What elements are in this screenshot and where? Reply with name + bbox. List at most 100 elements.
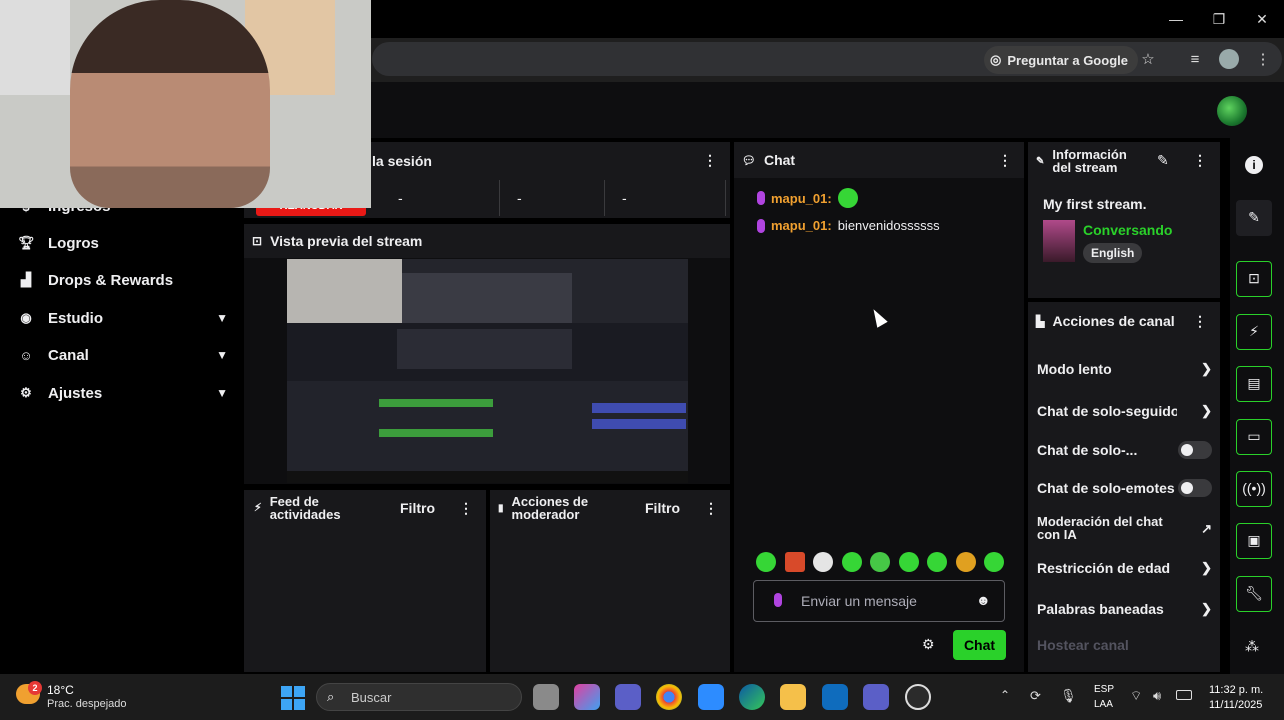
- stream-preview-video[interactable]: [287, 259, 688, 483]
- slow-mode-row[interactable]: Modo lento ❯: [1037, 360, 1212, 378]
- ai-moderation-row[interactable]: Moderación del chat con IA ↗: [1037, 514, 1212, 542]
- search-placeholder: Buscar: [351, 690, 392, 705]
- emote-icon[interactable]: [841, 552, 862, 572]
- task-view-icon[interactable]: [533, 684, 559, 710]
- wifi-icon[interactable]: ⌔: [1130, 688, 1142, 704]
- media-control-icon[interactable]: ≡: [1185, 50, 1205, 70]
- chat-text: bienvenidossssss: [837, 218, 940, 233]
- obs-icon[interactable]: [905, 684, 931, 710]
- bookmark-star-icon[interactable]: ☆: [1138, 50, 1158, 70]
- maximize-icon[interactable]: ❐: [1208, 8, 1230, 30]
- document-icon: ▤: [1247, 375, 1261, 391]
- moderator-title: Acciones de moderador: [511, 494, 589, 522]
- category-name[interactable]: Conversando: [1083, 222, 1172, 238]
- rail-clip-button[interactable]: ⊡: [1236, 261, 1272, 297]
- lang-secondary[interactable]: LAA: [1094, 699, 1113, 710]
- edit-layout-button[interactable]: ✎: [1236, 200, 1272, 236]
- sidebar-item-estudio[interactable]: ◉ Estudio ▼: [18, 306, 228, 330]
- ask-google-button[interactable]: ◎ Preguntar a Google: [984, 46, 1138, 74]
- session-menu-icon[interactable]: ⋮: [703, 152, 717, 169]
- rail-chat-button[interactable]: ▭: [1236, 419, 1272, 455]
- chat-username[interactable]: mapu_01:: [771, 218, 832, 233]
- tray-overflow-icon[interactable]: ⌃: [1000, 688, 1010, 702]
- teams-icon[interactable]: [615, 684, 641, 710]
- emote-icon[interactable]: [984, 552, 1004, 572]
- banned-words-row[interactable]: Palabras baneadas ❯: [1037, 600, 1212, 618]
- chevron-right-icon: ❯: [1201, 403, 1212, 418]
- sidebar-item-logros[interactable]: 🏆︎ Logros: [18, 231, 228, 255]
- followers-only-row[interactable]: Chat de solo-seguidore: ❯: [1037, 402, 1212, 420]
- rail-raid-button[interactable]: ▣: [1236, 523, 1272, 559]
- browser-menu-icon[interactable]: ⋮: [1253, 50, 1273, 70]
- rail-notes-button[interactable]: ▤: [1236, 366, 1272, 402]
- microphone-icon[interactable]: 🎙︎: [1060, 688, 1077, 704]
- rail-tools-button[interactable]: 🔧︎: [1236, 576, 1272, 612]
- user-avatar[interactable]: [1217, 96, 1247, 126]
- sidebar-item-ajustes[interactable]: ⚙ Ajustes ▼: [18, 381, 228, 405]
- chat-menu-icon[interactable]: ⋮: [998, 152, 1012, 169]
- info-icon[interactable]: i: [1245, 156, 1263, 174]
- preview-title: Vista previa del stream: [270, 233, 423, 249]
- copilot-icon[interactable]: [574, 684, 600, 710]
- external-link-icon: ↗: [1201, 520, 1212, 536]
- subscribers-only-toggle[interactable]: [1178, 441, 1212, 459]
- windows-start-icon[interactable]: [281, 686, 305, 710]
- windows-taskbar: [0, 674, 1284, 720]
- profile-avatar[interactable]: [1219, 49, 1239, 69]
- sidebar-item-label: Ajustes: [48, 384, 103, 402]
- edit-pencil-icon[interactable]: ✎: [1157, 152, 1169, 169]
- edge-icon[interactable]: [739, 684, 765, 710]
- language-tag[interactable]: English: [1083, 243, 1143, 263]
- activity-filter-button[interactable]: Filtro: [400, 500, 435, 516]
- channel-icon: ▙: [1036, 315, 1045, 328]
- emote-icon[interactable]: [955, 552, 976, 572]
- emote-icon[interactable]: [927, 552, 947, 572]
- chat-username[interactable]: mapu_01:: [771, 191, 832, 206]
- emote-icon[interactable]: [756, 552, 776, 572]
- stat-cell: -: [501, 180, 605, 216]
- battery-icon[interactable]: [1176, 690, 1192, 700]
- rail-broadcast-button[interactable]: ((•)): [1236, 471, 1272, 507]
- emotes-only-toggle[interactable]: [1178, 479, 1212, 497]
- moderator-filter-button[interactable]: Filtro: [645, 500, 680, 516]
- stream-info-menu-icon[interactable]: ⋮: [1193, 152, 1207, 169]
- teams-work-icon[interactable]: [863, 684, 889, 710]
- volume-icon[interactable]: 🔊︎: [1153, 688, 1161, 704]
- chat-settings-gear-icon[interactable]: ⚙: [922, 636, 935, 653]
- chrome-icon[interactable]: [656, 684, 682, 710]
- host-channel-row[interactable]: Hostear canal: [1037, 636, 1212, 654]
- moderator-menu-icon[interactable]: ⋮: [704, 500, 718, 517]
- sidebar-item-drops[interactable]: ▟ Drops & Rewards: [18, 268, 228, 292]
- emotes-only-row[interactable]: Chat de solo-emotes: [1037, 479, 1212, 497]
- stat-cell: -: [606, 180, 726, 216]
- chat-input[interactable]: Enviar un mensaje ☻: [753, 580, 1005, 622]
- lang-primary[interactable]: ESP: [1094, 684, 1114, 695]
- activity-menu-icon[interactable]: ⋮: [459, 500, 473, 517]
- sync-icon[interactable]: ⟳: [1030, 688, 1041, 704]
- subscribers-only-row[interactable]: Chat de solo-...: [1037, 441, 1212, 459]
- zoom-icon[interactable]: [698, 684, 724, 710]
- rail-ad-button[interactable]: ⚡︎: [1236, 314, 1272, 350]
- weather-desc[interactable]: Prac. despejado: [47, 698, 127, 710]
- category-boxart[interactable]: [1043, 220, 1075, 262]
- clock-date[interactable]: 11/11/2025: [1209, 699, 1262, 711]
- clock-time[interactable]: 11:32 p. m.: [1209, 684, 1263, 696]
- sidebar-item-canal[interactable]: ☺ Canal ▼: [18, 343, 228, 367]
- channel-actions-menu-icon[interactable]: ⋮: [1193, 313, 1207, 330]
- emote-icon[interactable]: [813, 552, 833, 572]
- close-icon[interactable]: ✕: [1251, 8, 1273, 30]
- add-action-icon[interactable]: ⁂: [1245, 638, 1259, 655]
- emote-icon[interactable]: [784, 552, 805, 572]
- taskbar-search[interactable]: ⌕ Buscar: [316, 683, 522, 711]
- outlook-icon[interactable]: [822, 684, 848, 710]
- action-label: Hostear canal: [1037, 637, 1129, 653]
- chat-send-button[interactable]: Chat: [953, 630, 1006, 660]
- weather-temp[interactable]: 18°C: [47, 683, 74, 697]
- minimize-icon[interactable]: —: [1165, 8, 1187, 30]
- emoji-icon[interactable]: ☻: [976, 592, 991, 608]
- action-label: Modo lento: [1037, 361, 1112, 377]
- emote-icon[interactable]: [870, 552, 890, 572]
- emote-icon[interactable]: [898, 552, 919, 572]
- file-explorer-icon[interactable]: [780, 684, 806, 710]
- age-restriction-row[interactable]: Restricción de edad ❯: [1037, 559, 1212, 577]
